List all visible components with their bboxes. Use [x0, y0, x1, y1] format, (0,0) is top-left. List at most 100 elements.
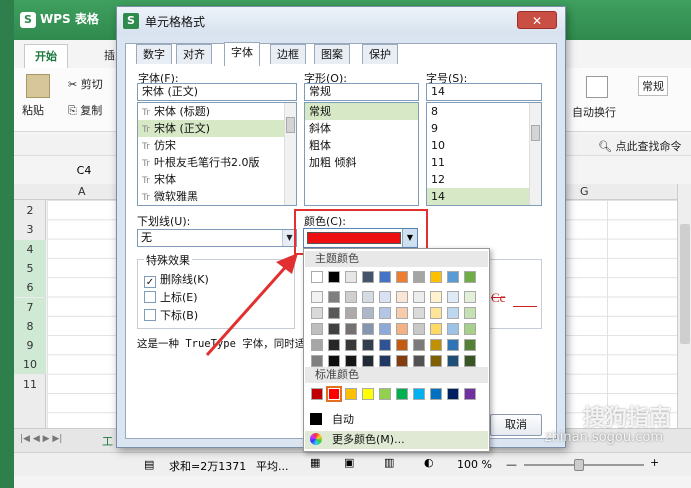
style-listbox[interactable]: 常规 斜体 粗体 加粗 倾斜 — [304, 102, 419, 206]
close-button[interactable]: ✕ — [517, 11, 557, 29]
sheet-tab[interactable]: 工 — [102, 433, 113, 449]
font-list-scroll-thumb[interactable] — [286, 117, 295, 133]
tint-color-swatch[interactable] — [379, 339, 391, 351]
tint-color-swatch[interactable] — [328, 323, 340, 335]
style-item[interactable]: 常规 — [305, 103, 418, 120]
theme-color-swatch[interactable] — [328, 271, 340, 283]
style-input[interactable]: 常规 — [304, 83, 419, 101]
tint-color-swatch[interactable] — [413, 355, 425, 367]
tint-color-swatch[interactable] — [345, 355, 357, 367]
font-listbox[interactable]: Tr 宋体 (标题) Tr 宋体 (正文) Tr 仿宋 Tr 叶根友毛笔行书2.0版 Tr 宋体 T… — [137, 102, 297, 206]
row-header[interactable]: 11 — [14, 375, 46, 394]
tint-color-swatch[interactable] — [396, 291, 408, 303]
standard-color-swatch[interactable] — [430, 388, 442, 400]
style-item[interactable]: 斜体 — [305, 120, 418, 137]
tint-color-swatch[interactable] — [464, 307, 476, 319]
font-item[interactable]: Tr 宋体 (标题) — [138, 103, 296, 120]
row-header[interactable]: 9 — [14, 336, 46, 356]
zoom-level[interactable]: 100 % — [457, 458, 492, 471]
tint-color-swatch[interactable] — [328, 339, 340, 351]
tint-color-swatch[interactable] — [430, 339, 442, 351]
cut-button[interactable]: ✂ 剪切 — [68, 76, 103, 92]
size-item[interactable]: 9 — [427, 120, 541, 137]
font-list-scrollbar[interactable] — [284, 103, 296, 205]
size-listbox[interactable]: 8 9 10 11 12 14 — [426, 102, 542, 206]
size-item[interactable]: 8 — [427, 103, 541, 120]
tint-color-swatch[interactable] — [447, 291, 459, 303]
tint-color-swatch[interactable] — [345, 339, 357, 351]
row-header[interactable]: 7 — [14, 297, 46, 317]
tint-color-swatch[interactable] — [413, 339, 425, 351]
auto-wrap-button[interactable]: 自动换行 — [572, 104, 616, 120]
theme-color-swatch[interactable] — [345, 271, 357, 283]
row-header[interactable]: 10 — [14, 355, 46, 375]
strikethrough-checkbox[interactable]: ✓ 删除线(K) — [144, 273, 209, 288]
checkbox-box[interactable] — [144, 291, 156, 303]
tint-color-swatch[interactable] — [464, 323, 476, 335]
row-header[interactable]: 8 — [14, 316, 46, 336]
tint-color-swatch[interactable] — [311, 339, 323, 351]
tab-1[interactable]: 对齐 — [176, 44, 212, 64]
tint-color-swatch[interactable] — [345, 323, 357, 335]
tint-color-swatch[interactable] — [311, 355, 323, 367]
copy-button[interactable]: ⎘ 复制 — [68, 102, 102, 118]
tint-color-swatch[interactable] — [362, 355, 374, 367]
standard-color-swatch[interactable] — [447, 388, 459, 400]
standard-color-swatch[interactable] — [345, 388, 357, 400]
checkbox-box[interactable] — [144, 309, 156, 321]
size-input[interactable]: 14 — [426, 83, 542, 101]
auto-color-option[interactable]: 自动 — [310, 411, 354, 429]
name-box[interactable]: C4 — [54, 162, 114, 180]
row-header[interactable]: 4 — [14, 239, 46, 259]
tint-color-swatch[interactable] — [362, 323, 374, 335]
size-item[interactable]: 12 — [427, 171, 541, 188]
tint-color-swatch[interactable] — [362, 307, 374, 319]
tint-color-swatch[interactable] — [396, 307, 408, 319]
row-header[interactable]: 3 — [14, 220, 46, 239]
font-item[interactable]: Tr 仿宋 — [138, 137, 296, 154]
standard-color-swatch[interactable] — [464, 388, 476, 400]
tab-5[interactable]: 保护 — [362, 44, 398, 64]
standard-color-swatch[interactable] — [379, 388, 391, 400]
size-item[interactable]: 14 — [427, 188, 541, 205]
zoom-slider-thumb[interactable] — [574, 459, 584, 471]
tab-2[interactable]: 字体 — [224, 42, 260, 66]
paste-button[interactable]: 粘贴 — [22, 102, 44, 118]
font-input[interactable]: 宋体 (正文) — [137, 83, 297, 101]
wps-logo[interactable]: S WPS 表格 — [20, 10, 99, 28]
row-header[interactable]: 2 — [14, 201, 46, 220]
tint-color-swatch[interactable] — [430, 291, 442, 303]
tint-color-swatch[interactable] — [311, 307, 323, 319]
tab-3[interactable]: 边框 — [270, 44, 306, 64]
chevron-down-icon[interactable]: ▼ — [402, 229, 417, 247]
tint-color-swatch[interactable] — [311, 323, 323, 335]
theme-color-swatch[interactable] — [396, 271, 408, 283]
style-item[interactable]: 粗体 — [305, 137, 418, 154]
size-list-scrollbar[interactable] — [529, 103, 541, 205]
row-header[interactable]: 6 — [14, 278, 46, 298]
checkbox-box[interactable]: ✓ — [144, 276, 156, 288]
reading-mode-icon[interactable]: ◐ — [424, 456, 434, 469]
tint-color-swatch[interactable] — [379, 291, 391, 303]
tint-color-swatch[interactable] — [464, 291, 476, 303]
tint-color-swatch[interactable] — [396, 355, 408, 367]
scroll-thumb[interactable] — [680, 224, 690, 344]
tint-color-swatch[interactable] — [413, 307, 425, 319]
tint-color-swatch[interactable] — [379, 355, 391, 367]
tint-color-swatch[interactable] — [396, 339, 408, 351]
tint-color-swatch[interactable] — [328, 307, 340, 319]
cancel-button[interactable]: 取消 — [490, 414, 542, 436]
tint-color-swatch[interactable] — [430, 323, 442, 335]
standard-color-swatch[interactable] — [326, 386, 342, 402]
standard-color-swatch[interactable] — [413, 388, 425, 400]
color-select[interactable]: ▼ — [303, 228, 418, 248]
page-layout-icon[interactable]: ▣ — [344, 456, 354, 469]
size-item[interactable]: 11 — [427, 154, 541, 171]
standard-color-swatch[interactable] — [396, 388, 408, 400]
size-list-scroll-thumb[interactable] — [531, 125, 540, 141]
tint-color-swatch[interactable] — [328, 291, 340, 303]
tint-color-swatch[interactable] — [396, 323, 408, 335]
standard-color-swatch[interactable] — [311, 388, 323, 400]
font-item[interactable]: Tr 宋体 — [138, 171, 296, 188]
tint-color-swatch[interactable] — [345, 307, 357, 319]
